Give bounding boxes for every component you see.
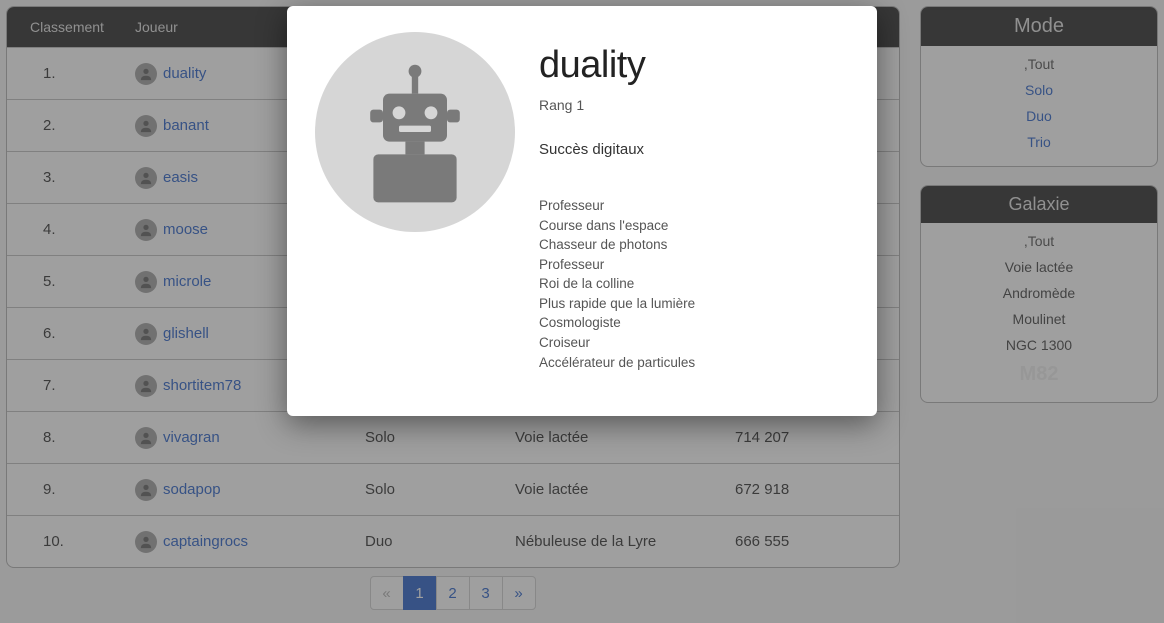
achievement-item: Course dans l'espace [539,216,849,236]
profile-rank: Rang 1 [539,97,849,113]
achievement-item: Plus rapide que la lumière [539,294,849,314]
robot-icon [335,52,495,212]
achievement-item: Accélérateur de particules [539,353,849,373]
achievement-item: Roi de la colline [539,274,849,294]
achievement-item: Professeur [539,255,849,275]
achievement-item: Chasseur de photons [539,235,849,255]
achievement-item: Professeur [539,196,849,216]
modal-overlay[interactable]: duality Rang 1 Succès digitaux Professeu… [0,0,1164,623]
achievement-item: Croiseur [539,333,849,353]
profile-success-title: Succès digitaux [539,141,849,158]
profile-name: duality [539,44,849,87]
achievements-list: ProfesseurCourse dans l'espaceChasseur d… [539,196,849,372]
player-profile-modal: duality Rang 1 Succès digitaux Professeu… [287,6,877,416]
avatar [315,32,515,232]
achievement-item: Cosmologiste [539,313,849,333]
